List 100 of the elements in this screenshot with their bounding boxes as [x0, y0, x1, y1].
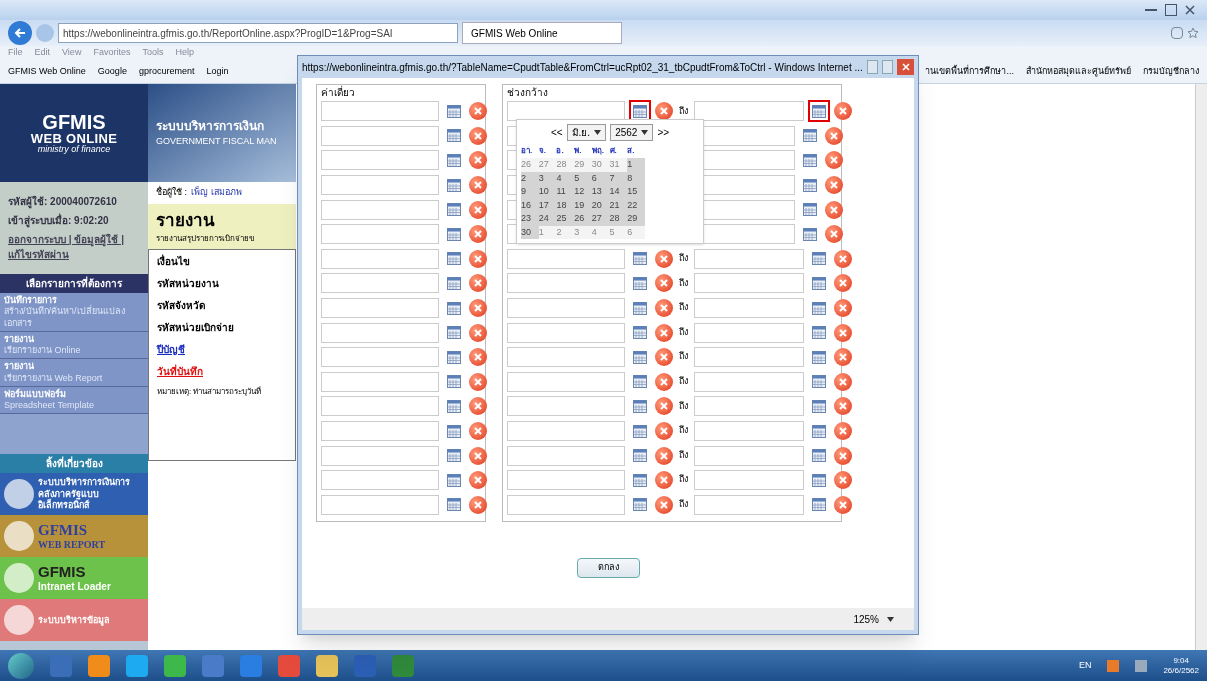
to-field[interactable] [694, 494, 804, 515]
clear-button[interactable] [834, 299, 852, 318]
from-field[interactable] [507, 248, 625, 269]
calendar-day[interactable]: 12 [574, 185, 592, 199]
clear-button[interactable] [655, 102, 673, 121]
browser-tab[interactable]: GFMIS Web Online [462, 22, 622, 44]
calendar-button[interactable] [445, 471, 463, 490]
clear-button[interactable] [469, 471, 487, 490]
calendar-button[interactable] [445, 323, 463, 342]
favorite-link[interactable]: านเขตพื้นที่การศึกษา... [925, 64, 1014, 79]
clear-button[interactable] [469, 495, 487, 514]
to-field[interactable] [694, 101, 804, 122]
calendar-day[interactable]: 11 [556, 185, 575, 199]
clear-button[interactable] [655, 299, 673, 318]
from-field[interactable] [507, 298, 625, 319]
calendar-button[interactable] [445, 422, 463, 440]
calendar-button[interactable] [810, 249, 828, 268]
calendar-button[interactable] [810, 372, 828, 391]
calendar-button[interactable] [631, 102, 649, 121]
back-button[interactable] [8, 21, 32, 45]
calendar-button[interactable] [801, 151, 819, 170]
clear-button[interactable] [469, 126, 487, 145]
from-field[interactable] [507, 470, 625, 491]
value-field[interactable] [321, 273, 439, 294]
calendar-day[interactable]: 9 [521, 185, 539, 199]
calendar-button[interactable] [445, 249, 463, 268]
from-field[interactable] [507, 494, 625, 515]
clear-button[interactable] [834, 397, 852, 416]
calendar-button[interactable] [631, 299, 649, 318]
ok-button[interactable]: ตกลง [576, 558, 640, 578]
calendar-day[interactable]: 26 [574, 212, 592, 226]
clear-button[interactable] [655, 422, 673, 440]
to-field[interactable] [694, 445, 804, 466]
calendar-button[interactable] [631, 422, 649, 440]
clear-button[interactable] [834, 495, 852, 514]
calendar-button[interactable] [445, 495, 463, 514]
from-field[interactable] [507, 322, 625, 343]
star-icon[interactable] [1187, 27, 1199, 39]
value-field[interactable] [321, 224, 439, 245]
value-field[interactable] [321, 298, 439, 319]
to-field[interactable] [694, 421, 804, 441]
zoom-level[interactable]: 125% [853, 611, 894, 627]
clear-button[interactable] [834, 323, 852, 342]
calendar-button[interactable] [445, 102, 463, 121]
from-field[interactable] [507, 273, 625, 294]
clear-button[interactable] [825, 225, 843, 244]
maximize-button[interactable] [882, 60, 894, 74]
calendar-button[interactable] [631, 323, 649, 342]
clear-button[interactable] [469, 372, 487, 391]
clear-button[interactable] [655, 348, 673, 367]
from-field[interactable] [507, 396, 625, 417]
to-field[interactable] [694, 470, 804, 491]
clear-button[interactable] [469, 102, 487, 121]
month-select[interactable]: มิ.ย. [566, 124, 607, 141]
clear-button[interactable] [655, 249, 673, 268]
clear-button[interactable] [834, 348, 852, 367]
value-field[interactable] [321, 396, 439, 417]
from-field[interactable] [507, 445, 625, 466]
clear-button[interactable] [469, 397, 487, 416]
value-field[interactable] [321, 248, 439, 269]
value-field[interactable] [321, 445, 439, 466]
calendar-button[interactable] [445, 151, 463, 170]
calendar-button[interactable] [810, 274, 828, 293]
value-field[interactable] [321, 175, 439, 196]
clear-button[interactable] [469, 200, 487, 219]
clear-button[interactable] [834, 274, 852, 293]
calendar-button[interactable] [810, 348, 828, 367]
close-button[interactable] [897, 59, 914, 75]
calendar-button[interactable] [445, 446, 463, 465]
previous-month-button[interactable]: << [550, 125, 563, 140]
clear-button[interactable] [469, 151, 487, 170]
favorite-link[interactable]: gprocurement [138, 64, 195, 79]
calendar-button[interactable] [810, 299, 828, 318]
clear-button[interactable] [825, 151, 843, 170]
calendar-button[interactable] [810, 471, 828, 490]
clear-button[interactable] [655, 471, 673, 490]
tray-icon[interactable] [1107, 659, 1120, 672]
calendar-button[interactable] [445, 126, 463, 145]
clear-button[interactable] [655, 323, 673, 342]
calendar-button[interactable] [631, 249, 649, 268]
value-field[interactable] [321, 199, 439, 220]
to-field[interactable] [694, 347, 804, 368]
calendar-day[interactable]: 28 [609, 212, 628, 226]
clear-button[interactable] [469, 422, 487, 440]
taskbar-app-icon[interactable] [126, 654, 148, 677]
favorite-link[interactable]: กรมบัญชีกลาง [1143, 64, 1199, 79]
to-field[interactable] [694, 273, 804, 294]
calendar-button[interactable] [801, 200, 819, 219]
value-field[interactable] [321, 322, 439, 343]
value-field[interactable] [321, 470, 439, 491]
clear-button[interactable] [469, 176, 487, 195]
calendar-button[interactable] [445, 372, 463, 391]
clear-button[interactable] [834, 471, 852, 490]
favorite-link[interactable]: Google [97, 64, 127, 79]
value-field[interactable] [321, 101, 439, 122]
value-field[interactable] [321, 371, 439, 392]
condition-link[interactable]: ปีบัญชี [157, 342, 287, 357]
calendar-button[interactable] [445, 274, 463, 293]
value-field[interactable] [321, 421, 439, 441]
value-field[interactable] [321, 150, 439, 171]
